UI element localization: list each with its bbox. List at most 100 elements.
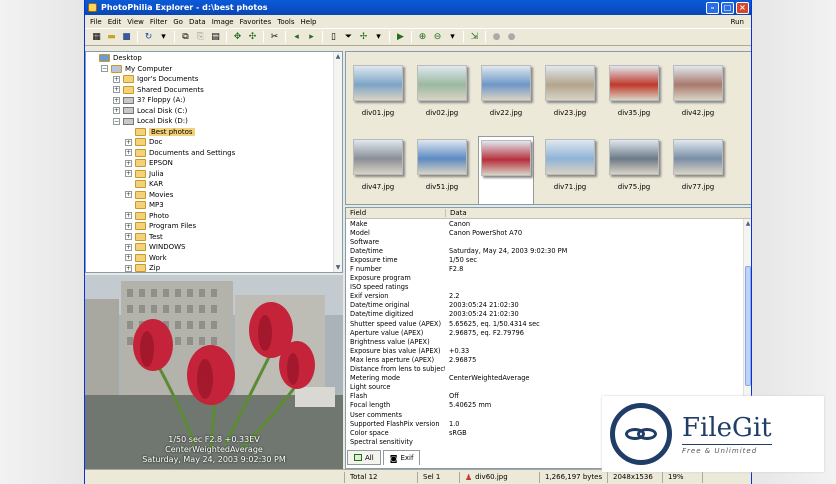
tree-item[interactable]: + Doc: [125, 137, 163, 148]
tree-item[interactable]: KAR: [125, 179, 163, 190]
expand-icon[interactable]: +: [125, 233, 132, 241]
table-row[interactable]: Make Canon: [346, 219, 751, 228]
tree-item[interactable]: + Documents and Settings: [125, 148, 235, 159]
table-row[interactable]: Date/time Saturday, May 24, 2003 9:02:30 …: [346, 246, 751, 255]
table-row[interactable]: Light source: [346, 383, 751, 392]
thumbnail[interactable]: div75.jpg: [606, 136, 662, 204]
thumbnail[interactable]: div42.jpg: [670, 62, 726, 132]
paste-icon[interactable]: ⎘: [193, 30, 208, 44]
tree-item[interactable]: MP3: [125, 200, 164, 211]
zoom-in-icon[interactable]: ⊕: [415, 30, 430, 44]
expand-icon[interactable]: +: [125, 222, 132, 230]
expand-icon[interactable]: +: [125, 212, 132, 220]
thumbnail[interactable]: div71.jpg: [542, 136, 598, 204]
menu-tools[interactable]: Tools: [274, 18, 297, 26]
thumbnail[interactable]: div35.jpg: [606, 62, 662, 132]
filter-icon[interactable]: ⏷: [341, 30, 356, 44]
tree-item[interactable]: + Photo: [125, 211, 169, 222]
back-icon[interactable]: ◂: [289, 30, 304, 44]
save-icon[interactable]: ■: [119, 30, 134, 44]
dropdown-arrow-icon-3[interactable]: ▾: [445, 30, 460, 44]
resize-icon[interactable]: ✣: [245, 30, 260, 44]
tree-item[interactable]: + Movies: [125, 190, 173, 201]
open-folder-icon[interactable]: ▬: [104, 30, 119, 44]
exif-scroll-up-icon[interactable]: ▲: [744, 219, 751, 228]
table-row[interactable]: Max lens aperture (APEX) 2.96875: [346, 355, 751, 364]
tree-item[interactable]: + Shared Documents: [113, 85, 204, 96]
thumbnail[interactable]: div47.jpg: [350, 136, 406, 204]
table-row[interactable]: Exposure bias value (APEX) +0.33: [346, 346, 751, 355]
table-row[interactable]: ISO speed ratings: [346, 283, 751, 292]
table-row[interactable]: F number F2.8: [346, 264, 751, 273]
table-row[interactable]: Date/time digitized 2003:05:24 21:02:30: [346, 310, 751, 319]
tree-item[interactable]: + Test: [125, 232, 163, 243]
tree-item[interactable]: Best photos: [125, 127, 195, 138]
expand-icon[interactable]: +: [125, 159, 132, 167]
image-preview[interactable]: 1/50 sec F2.8 +0.33EV CenterWeightedAver…: [85, 275, 343, 471]
thumbnail[interactable]: div23.jpg: [542, 62, 598, 132]
table-row[interactable]: Software: [346, 237, 751, 246]
table-row[interactable]: Exposure time 1/50 sec: [346, 255, 751, 264]
expand-icon[interactable]: +: [113, 107, 120, 115]
menu-go[interactable]: Go: [170, 18, 186, 26]
tree-item[interactable]: +3? Floppy (A:): [113, 95, 185, 106]
close-button[interactable]: ×: [736, 1, 749, 14]
crop-icon[interactable]: ✥: [230, 30, 245, 44]
expand-icon[interactable]: +: [113, 75, 120, 83]
menu-data[interactable]: Data: [186, 18, 209, 26]
thumbnail[interactable]: div01.jpg: [350, 62, 406, 132]
column-header-field[interactable]: Field: [346, 209, 445, 217]
thumbnail[interactable]: div51.jpg: [414, 136, 470, 204]
tree-item[interactable]: + Igor's Documents: [113, 74, 198, 85]
menu-file[interactable]: File: [87, 18, 105, 26]
collapse-icon[interactable]: −: [101, 65, 108, 73]
dropdown-arrow-icon-2[interactable]: ▾: [371, 30, 386, 44]
tree-scrollbar[interactable]: ▲ ▼: [333, 52, 342, 272]
expand-icon[interactable]: +: [125, 170, 132, 178]
thumbnail[interactable]: [478, 136, 534, 204]
table-row[interactable]: Exif version 2.2: [346, 292, 751, 301]
tree-item[interactable]: + WINDOWS: [125, 242, 186, 253]
menu-help[interactable]: Help: [298, 18, 320, 26]
expand-icon[interactable]: +: [113, 96, 120, 104]
expand-icon[interactable]: +: [125, 149, 132, 157]
menu-filter[interactable]: Filter: [147, 18, 170, 26]
expand-icon[interactable]: +: [125, 138, 132, 146]
expand-icon[interactable]: +: [125, 264, 132, 272]
tab-exif[interactable]: ◙ Exif: [382, 450, 421, 465]
tab-all[interactable]: All: [347, 450, 381, 465]
table-row[interactable]: Metering mode CenterWeightedAverage: [346, 374, 751, 383]
page-icon[interactable]: ▤: [208, 30, 223, 44]
grid-view-icon[interactable]: ▦: [89, 30, 104, 44]
tree-item[interactable]: + Zip: [125, 263, 160, 272]
select-icon[interactable]: ✢: [356, 30, 371, 44]
tree-item[interactable]: + Julia: [125, 169, 164, 180]
tree-item[interactable]: + EPSON: [125, 158, 173, 169]
maximize-button[interactable]: □: [721, 1, 734, 14]
tree-item[interactable]: + Local Disk (C:): [113, 106, 187, 117]
slideshow-icon[interactable]: ▶: [393, 30, 408, 44]
tree-item[interactable]: + Program Files: [125, 221, 196, 232]
rotate-icon[interactable]: ↻: [141, 30, 156, 44]
forward-icon[interactable]: ▸: [304, 30, 319, 44]
collapse-icon[interactable]: −: [113, 117, 120, 125]
tree-item[interactable]: Desktop: [89, 53, 142, 64]
scroll-down-icon[interactable]: ▼: [334, 263, 342, 272]
table-row[interactable]: Brightness value (APEX): [346, 337, 751, 346]
menu-view[interactable]: View: [124, 18, 147, 26]
copy-icon[interactable]: ⧉: [178, 30, 193, 44]
stop-icon[interactable]: ●: [489, 30, 504, 44]
menu-image[interactable]: Image: [209, 18, 237, 26]
table-row[interactable]: Distance from lens to subject: [346, 365, 751, 374]
expand-icon[interactable]: +: [125, 243, 132, 251]
zoom-out-icon[interactable]: ⊖: [430, 30, 445, 44]
thumbnail[interactable]: div77.jpg: [670, 136, 726, 204]
run-button[interactable]: Run: [728, 18, 747, 26]
table-row[interactable]: Model Canon PowerShot A70: [346, 228, 751, 237]
tree-item[interactable]: − Local Disk (D:): [113, 116, 188, 127]
expand-icon[interactable]: +: [113, 86, 120, 94]
tools-icon[interactable]: ✂: [267, 30, 282, 44]
title-bar[interactable]: PhotoPhilia Explorer - d:\best photos – …: [85, 0, 751, 15]
menu-favorites[interactable]: Favorites: [237, 18, 275, 26]
dropdown-arrow-icon[interactable]: ▾: [156, 30, 171, 44]
